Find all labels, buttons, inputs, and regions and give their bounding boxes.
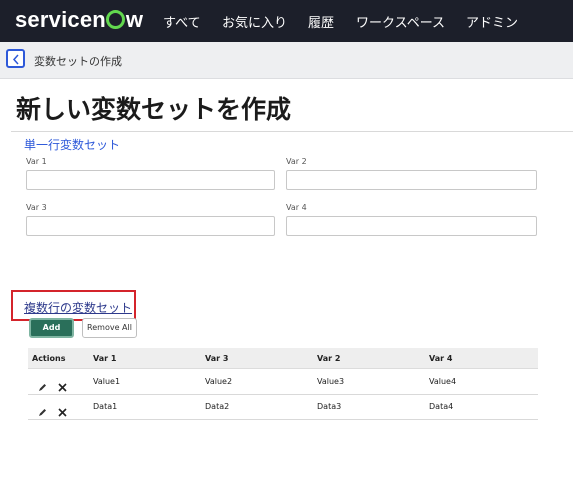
cell-var3: Value2 (205, 377, 233, 386)
var2-input[interactable] (286, 170, 537, 190)
nav-item-history[interactable]: 履歴 (308, 12, 334, 31)
nav-item-workspace[interactable]: ワークスペース (356, 12, 445, 31)
var3-label: Var 3 (26, 203, 47, 212)
top-nav: servicen w すべて お気に入り 履歴 ワークスペース アドミン (0, 0, 573, 42)
highlight-box (11, 290, 136, 321)
cell-var2: Data3 (317, 402, 342, 411)
var4-input[interactable] (286, 216, 537, 236)
var3-input[interactable] (26, 216, 275, 236)
servicenow-logo[interactable]: servicen w (15, 7, 143, 33)
cell-var2: Value3 (317, 377, 345, 386)
column-header-var3: Var 3 (205, 354, 229, 363)
page-title: 新しい変数セットを作成 (16, 95, 292, 124)
table-row: Data1 Data2 Data3 Data4 (28, 394, 538, 420)
var1-label: Var 1 (26, 157, 47, 166)
breadcrumb: 変数セットの作成 (34, 55, 122, 68)
cell-var1: Data1 (93, 402, 118, 411)
title-divider (11, 131, 573, 132)
cell-var4: Data4 (429, 402, 454, 411)
var1-input[interactable] (26, 170, 275, 190)
column-header-actions: Actions (32, 354, 66, 363)
remove-all-button[interactable]: Remove All (82, 318, 137, 338)
chevron-left-icon (12, 54, 19, 65)
logo-o-ring (106, 10, 126, 29)
nav-item-admin[interactable]: アドミン (466, 12, 518, 31)
column-header-var2: Var 2 (317, 354, 341, 363)
var2-label: Var 2 (286, 157, 307, 166)
single-row-set-title: 単一行変数セット (24, 138, 121, 152)
back-button[interactable] (6, 49, 25, 68)
add-button[interactable]: Add (29, 318, 74, 338)
var4-label: Var 4 (286, 203, 307, 212)
column-header-var4: Var 4 (429, 354, 453, 363)
cell-var3: Data2 (205, 402, 230, 411)
close-icon[interactable] (58, 402, 67, 421)
cell-var4: Value4 (429, 377, 457, 386)
table-row: Value1 Value2 Value3 Value4 (28, 369, 538, 395)
cell-var1: Value1 (93, 377, 121, 386)
column-header-var1: Var 1 (93, 354, 117, 363)
pencil-icon[interactable] (38, 402, 47, 421)
nav-item-all[interactable]: すべて (163, 12, 201, 31)
nav-item-favorites[interactable]: お気に入り (222, 12, 287, 31)
table-header: Actions Var 1 Var 3 Var 2 Var 4 (28, 348, 538, 369)
